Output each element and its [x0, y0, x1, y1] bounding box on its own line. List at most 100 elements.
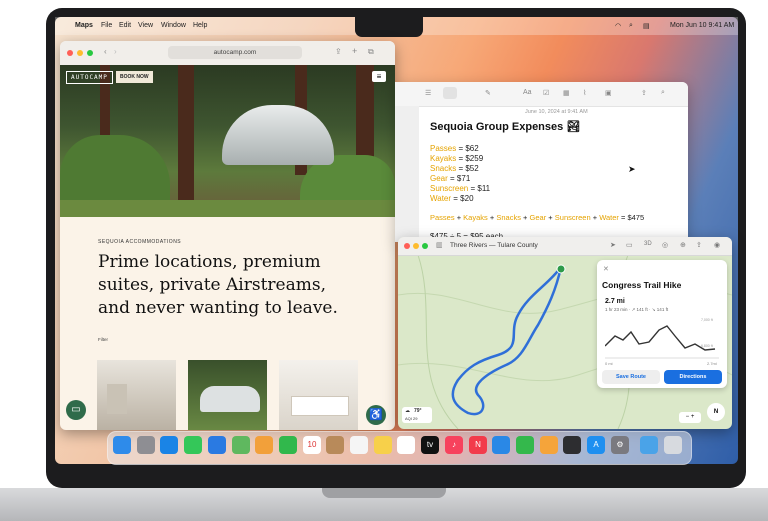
share-icon[interactable]: ⇪ — [641, 89, 647, 97]
safari-window: ‹ › autocamp.com ⇪ + ⧉ AUTOCAMP BOOK NOW… — [60, 41, 395, 430]
expense-line: Sunscreen = $11 — [430, 184, 491, 193]
dock-trash-icon[interactable] — [664, 436, 682, 454]
hamburger-menu-icon[interactable]: ≡ — [372, 71, 386, 82]
close-button[interactable] — [404, 243, 410, 249]
account-icon[interactable]: ◉ — [714, 241, 720, 249]
weather-icon: ☁ — [405, 408, 410, 414]
dock-notes-icon[interactable] — [374, 436, 392, 454]
search-icon[interactable]: ⌕ — [661, 89, 665, 97]
dock-calendar-icon[interactable]: 10 — [303, 436, 321, 454]
chat-icon[interactable]: ▭ — [66, 400, 86, 420]
attachment-icon[interactable]: ⌇ — [583, 89, 586, 97]
dock-reminders-icon[interactable] — [350, 436, 368, 454]
weather-widget: ☁ 79° AQI 29 — [402, 407, 432, 423]
dock-freeform-icon[interactable] — [397, 436, 415, 454]
menu-app-name[interactable]: Maps — [75, 22, 93, 29]
mouse-pointer-icon: ➤ — [628, 164, 636, 174]
compose-icon[interactable]: ✎ — [485, 89, 491, 97]
dock-launchpad-icon[interactable] — [137, 436, 155, 454]
menu-edit[interactable]: Edit — [119, 22, 131, 29]
directions-button[interactable]: Directions — [664, 370, 722, 384]
hike-card: ✕ Congress Trail Hike 2.7 mi 1 hr 23 min… — [597, 260, 727, 388]
suite-photo-1[interactable] — [97, 360, 176, 430]
minimize-button[interactable] — [413, 243, 419, 249]
hike-distance: 2.7 mi — [605, 298, 625, 305]
menu-clock[interactable]: Mon Jun 10 9:41 AM — [670, 22, 734, 29]
expense-line: Passes = $62 — [430, 144, 479, 153]
wifi-icon[interactable]: ◠ — [615, 22, 621, 30]
share-icon[interactable]: ⇪ — [335, 47, 342, 56]
map-mode-icon[interactable]: ▭ — [626, 241, 633, 249]
format-icon[interactable]: Aa — [523, 89, 532, 96]
maps-window: ▥ Three Rivers — Tulare County ➤ ▭ 3D ◎ … — [398, 237, 732, 429]
dock-music-icon[interactable]: ♪ — [445, 436, 463, 454]
distance-end: 2.7mi — [707, 361, 717, 366]
note-date: June 10, 2024 at 9:41 AM — [525, 109, 588, 115]
filter-link[interactable]: Filter — [98, 337, 108, 342]
menu-file[interactable]: File — [101, 22, 112, 29]
checklist-icon[interactable]: ☑ — [543, 89, 549, 97]
expense-line: Snacks = $52 — [430, 164, 479, 173]
dock-downloads-icon[interactable] — [640, 436, 658, 454]
expense-line: Water = $20 — [430, 194, 474, 203]
accessibility-icon[interactable]: ♿ — [366, 405, 386, 425]
autocamp-logo[interactable]: AUTOCAMP — [66, 71, 113, 84]
dock-app-store-icon[interactable]: A — [587, 436, 605, 454]
menu-view[interactable]: View — [138, 22, 153, 29]
close-button[interactable] — [67, 50, 73, 56]
book-now-button[interactable]: BOOK NOW — [116, 71, 153, 83]
airstream-trailer — [222, 105, 334, 165]
3d-icon[interactable]: 3D — [644, 241, 652, 247]
compass-icon[interactable]: N — [707, 403, 725, 421]
section-kicker: SEQUOIA ACCOMMODATIONS — [98, 239, 182, 245]
expense-line: Kayaks = $259 — [430, 154, 484, 163]
safari-toolbar: ‹ › autocamp.com ⇪ + ⧉ — [60, 41, 395, 66]
dock-iphone-mirroring-icon[interactable] — [563, 436, 581, 454]
dock-numbers-icon[interactable] — [516, 436, 534, 454]
menu-help[interactable]: Help — [193, 22, 207, 29]
notes-list-sidebar — [395, 106, 419, 242]
save-route-button[interactable]: Save Route — [602, 370, 660, 384]
look-around-icon[interactable]: ◎ — [662, 241, 668, 249]
list-view-icon[interactable]: ☰ — [425, 89, 431, 97]
dock-tv-icon[interactable]: tv — [421, 436, 439, 454]
media-icon[interactable]: ▣ — [605, 89, 612, 97]
suite-photo-3[interactable] — [279, 360, 358, 430]
menu-window[interactable]: Window — [161, 22, 186, 29]
dock-messages-icon[interactable] — [184, 436, 202, 454]
tabs-overview-icon[interactable]: ⧉ — [368, 47, 374, 57]
close-icon[interactable]: ✕ — [603, 265, 609, 273]
suite-photo-2[interactable] — [188, 360, 267, 430]
table-icon[interactable]: ▦ — [563, 89, 570, 97]
zoom-control[interactable]: − + — [679, 412, 701, 423]
dock-news-icon[interactable]: N — [469, 436, 487, 454]
share-icon[interactable]: ⇪ — [696, 241, 702, 249]
dock-facetime-icon[interactable] — [279, 436, 297, 454]
dock-finder-icon[interactable] — [113, 436, 131, 454]
gallery-view-icon[interactable] — [443, 87, 457, 99]
dock-contacts-icon[interactable] — [326, 436, 344, 454]
minimize-button[interactable] — [77, 50, 83, 56]
dock-safari-icon[interactable] — [160, 436, 178, 454]
search-icon[interactable]: ⌕ — [629, 22, 633, 30]
dock-keynote-icon[interactable] — [492, 436, 510, 454]
hero-image: AUTOCAMP BOOK NOW ≡ — [60, 65, 395, 217]
back-chevron-icon[interactable]: ‹ — [104, 47, 107, 56]
dock-photos-icon[interactable] — [255, 436, 273, 454]
dock-pages-icon[interactable] — [540, 436, 558, 454]
dock-mail-icon[interactable] — [208, 436, 226, 454]
page-headline: Prime locations, premium suites, private… — [98, 252, 338, 318]
new-tab-icon[interactable]: + — [352, 46, 357, 56]
laptop-base-notch — [322, 488, 446, 498]
zoom-button[interactable] — [87, 50, 93, 56]
dock-system-settings-icon[interactable]: ⚙ — [611, 436, 629, 454]
address-bar[interactable]: autocamp.com — [168, 46, 302, 59]
dock-maps-icon[interactable] — [232, 436, 250, 454]
expense-line: Gear = $71 — [430, 174, 471, 183]
sidebar-icon[interactable]: ▥ — [436, 241, 443, 249]
add-icon[interactable]: ⊕ — [680, 241, 686, 249]
zoom-button[interactable] — [422, 243, 428, 249]
forward-chevron-icon[interactable]: › — [114, 47, 117, 56]
location-arrow-icon[interactable]: ➤ — [610, 241, 616, 249]
control-center-icon[interactable]: ▤ — [643, 22, 650, 30]
